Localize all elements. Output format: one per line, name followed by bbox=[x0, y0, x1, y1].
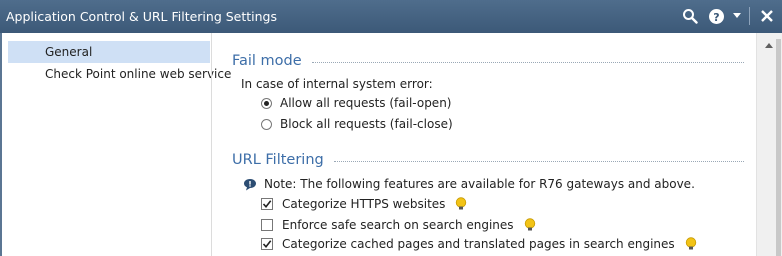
title-bar-divider bbox=[749, 7, 750, 25]
section-divider bbox=[333, 161, 744, 162]
fail-mode-prompt: In case of internal system error: bbox=[241, 77, 433, 91]
lightbulb-icon[interactable] bbox=[524, 218, 536, 232]
url-filtering-heading: URL Filtering bbox=[232, 152, 324, 168]
settings-panel: Fail mode In case of internal system err… bbox=[212, 33, 756, 256]
sidebar-nav: General Check Point online web service bbox=[4, 41, 231, 256]
sidebar-item-label: General bbox=[45, 45, 93, 59]
checkbox-label: Categorize HTTPS websites bbox=[282, 197, 446, 211]
sidebar-item-label: Check Point online web service bbox=[45, 67, 232, 81]
checkbox-checked[interactable] bbox=[261, 238, 273, 250]
info-note-icon bbox=[243, 178, 257, 191]
note-text: Note: The following features are availab… bbox=[264, 177, 695, 191]
lightbulb-icon[interactable] bbox=[685, 237, 697, 251]
radio-allow-all-requests[interactable]: Allow all requests (fail-open) bbox=[261, 96, 451, 110]
radio-block-all-requests[interactable]: Block all requests (fail-close) bbox=[261, 117, 453, 131]
svg-text:?: ? bbox=[713, 11, 719, 24]
checkbox-unchecked[interactable] bbox=[261, 219, 273, 231]
sidebar-item-general[interactable]: General bbox=[8, 41, 210, 63]
title-bar-controls: ? bbox=[681, 7, 776, 25]
radio-label: Block all requests (fail-close) bbox=[280, 117, 453, 131]
search-icon[interactable] bbox=[681, 7, 699, 25]
radio-button[interactable] bbox=[261, 118, 272, 130]
radio-label: Allow all requests (fail-open) bbox=[280, 96, 452, 110]
vertical-scrollbar[interactable] bbox=[756, 33, 782, 256]
sidebar-item-online-web-service[interactable]: Check Point online web service bbox=[8, 63, 231, 85]
checkbox-enforce-safe-search[interactable]: Enforce safe search on search engines bbox=[261, 218, 536, 232]
checkbox-label: Categorize cached pages and translated p… bbox=[282, 237, 675, 251]
section-divider bbox=[311, 62, 744, 63]
scrollbar-thumb[interactable] bbox=[776, 39, 781, 256]
fail-mode-prompt-text: In case of internal system error: bbox=[241, 77, 433, 91]
dropdown-arrow-icon[interactable] bbox=[733, 7, 741, 25]
checkbox-checked[interactable] bbox=[261, 198, 273, 210]
checkbox-categorize-https[interactable]: Categorize HTTPS websites bbox=[261, 197, 467, 211]
url-filtering-section-header: URL Filtering bbox=[232, 152, 744, 168]
checkbox-label: Enforce safe search on search engines bbox=[282, 218, 514, 232]
window-title: Application Control & URL Filtering Sett… bbox=[6, 9, 277, 24]
note-row: Note: The following features are availab… bbox=[243, 177, 695, 191]
checkbox-categorize-cached-pages[interactable]: Categorize cached pages and translated p… bbox=[261, 237, 697, 251]
scroll-up-arrow-icon[interactable] bbox=[765, 37, 773, 51]
fail-mode-section-header: Fail mode bbox=[232, 53, 744, 69]
title-bar: Application Control & URL Filtering Sett… bbox=[0, 0, 782, 33]
help-icon[interactable]: ? bbox=[707, 7, 725, 25]
fail-mode-heading: Fail mode bbox=[232, 53, 302, 69]
lightbulb-icon[interactable] bbox=[455, 197, 467, 211]
close-icon[interactable] bbox=[758, 7, 776, 25]
radio-button-selected[interactable] bbox=[261, 97, 272, 109]
